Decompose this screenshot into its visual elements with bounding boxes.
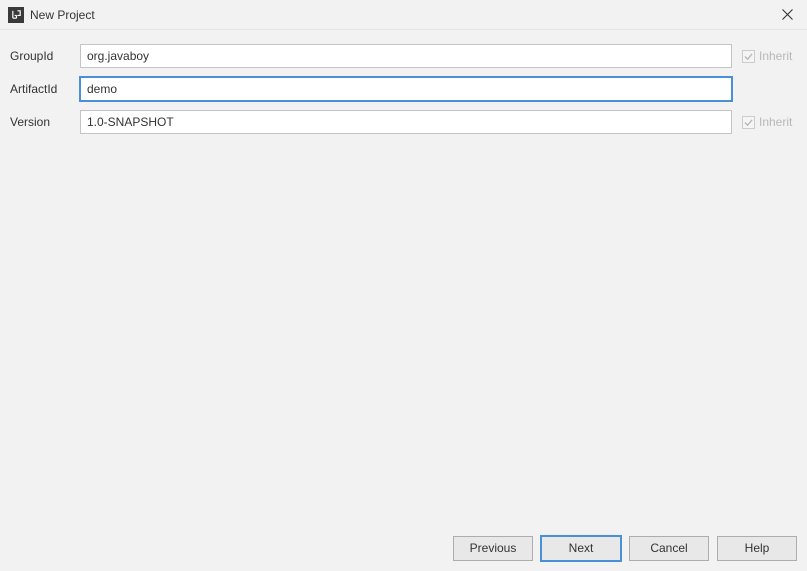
inherit-label: Inherit: [759, 49, 792, 63]
version-label: Version: [10, 115, 80, 129]
version-input[interactable]: [80, 110, 732, 134]
titlebar: New Project: [0, 0, 807, 30]
form-content: GroupId Inherit ArtifactId Version Inher…: [0, 30, 807, 153]
window-title: New Project: [30, 8, 767, 22]
button-bar: Previous Next Cancel Help: [0, 525, 807, 571]
app-icon: [8, 7, 24, 23]
groupid-label: GroupId: [10, 49, 80, 63]
artifactid-label: ArtifactId: [10, 82, 80, 96]
previous-button[interactable]: Previous: [453, 536, 533, 561]
artifactid-input[interactable]: [80, 77, 732, 101]
checkbox-icon: [742, 116, 755, 129]
groupid-inherit-checkbox: Inherit: [742, 49, 792, 63]
next-button[interactable]: Next: [541, 536, 621, 561]
checkbox-icon: [742, 50, 755, 63]
cancel-button[interactable]: Cancel: [629, 536, 709, 561]
close-button[interactable]: [767, 0, 807, 30]
groupid-input[interactable]: [80, 44, 732, 68]
inherit-label: Inherit: [759, 115, 792, 129]
help-button[interactable]: Help: [717, 536, 797, 561]
version-row: Version Inherit: [10, 110, 797, 134]
artifactid-row: ArtifactId: [10, 77, 797, 101]
groupid-row: GroupId Inherit: [10, 44, 797, 68]
version-inherit-checkbox: Inherit: [742, 115, 792, 129]
